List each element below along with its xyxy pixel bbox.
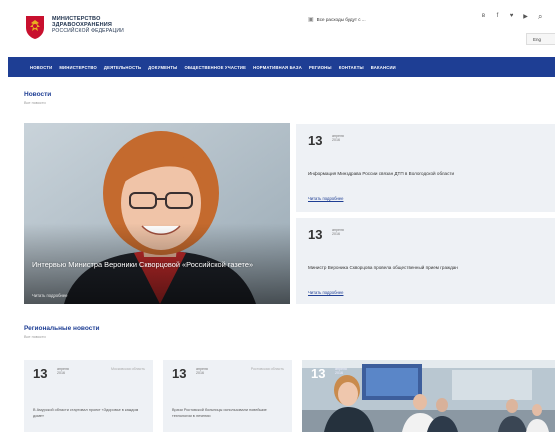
regional-news-card[interactable]: 13 апреля 2016 Ростовская область Врачи … xyxy=(163,360,292,432)
regional-card-text[interactable]: Врачи Ростовской больницы использовали н… xyxy=(172,408,282,419)
regional-photo-card[interactable]: 13 апреля 2016 xyxy=(302,360,555,432)
nav-item-news[interactable]: Новости xyxy=(30,65,52,70)
youtube-icon[interactable]: ▶ xyxy=(522,13,529,20)
facebook-icon[interactable]: f xyxy=(494,13,501,20)
main-nav: Новости Министерство Деятельность Докуме… xyxy=(8,57,555,77)
news-card-date: апреля 2016 xyxy=(332,134,344,142)
nav-item-public[interactable]: Общественное участие xyxy=(184,65,246,70)
news-card-day: 13 xyxy=(308,227,323,242)
regional-card-year: 2016 xyxy=(57,371,65,375)
regional-card-year: 2016 xyxy=(335,371,343,375)
regional-card-date: апреля 2016 xyxy=(335,367,347,375)
header-info-link[interactable]: ▣ Все расходы будут с ... xyxy=(308,16,366,23)
news-card[interactable]: 13 апреля 2016 Министр Вероника Скворцов… xyxy=(296,218,555,304)
featured-news-card[interactable]: Интервью Министра Вероники Скворцовой «Р… xyxy=(24,123,290,304)
featured-news-more-link[interactable]: Читать подробнее xyxy=(32,293,67,298)
news-card-year: 2016 xyxy=(332,138,340,142)
nav-item-ministry[interactable]: Министерство xyxy=(59,65,97,70)
news-card[interactable]: 13 апреля 2016 Информация Минздрава Росс… xyxy=(296,124,555,212)
language-label: Eng xyxy=(533,37,542,42)
regional-card-day: 13 xyxy=(311,366,326,381)
featured-news-photo xyxy=(24,123,290,304)
nav-item-activity[interactable]: Деятельность xyxy=(104,65,141,70)
header-info-link-label: Все расходы будут с ... xyxy=(316,17,366,22)
vk-icon[interactable]: в xyxy=(480,13,487,20)
news-section-title[interactable]: Новости xyxy=(24,91,51,98)
regional-card-text[interactable]: В Амурской области стартовал проект «Здо… xyxy=(33,408,143,419)
regional-card-date: апреля 2016 xyxy=(196,367,208,375)
regional-card-date: апреля 2016 xyxy=(57,367,69,375)
coat-of-arms-icon[interactable] xyxy=(24,14,46,40)
nav-item-regulatory[interactable]: Нормативная база xyxy=(253,65,302,70)
search-icon[interactable]: ⌕ xyxy=(538,12,542,22)
regional-card-day: 13 xyxy=(172,366,187,381)
regional-news-title[interactable]: Региональные новости xyxy=(24,325,100,332)
regional-card-region: Ростовская область xyxy=(250,367,284,371)
language-switch[interactable]: Eng xyxy=(526,33,555,45)
regional-news-subtitle[interactable]: Все новости xyxy=(24,335,46,339)
news-card-date: апреля 2016 xyxy=(332,228,344,236)
news-section-subtitle[interactable]: Все новости xyxy=(24,101,46,105)
ministry-name-line3: Российской Федерации xyxy=(52,28,124,34)
regional-news-card[interactable]: 13 апреля 2016 Московская область В Амур… xyxy=(24,360,153,432)
news-card-text[interactable]: Информация Минздрава России связан ДТП в… xyxy=(308,170,548,177)
nav-item-regions[interactable]: Регионы xyxy=(309,65,332,70)
nav-item-documents[interactable]: Документы xyxy=(148,65,177,70)
twitter-icon[interactable]: ♥ xyxy=(508,13,515,20)
site-header: Министерство здравоохранения Российской … xyxy=(0,0,555,55)
news-card-day: 13 xyxy=(308,133,323,148)
regional-card-region: Московская область xyxy=(110,367,145,371)
nav-item-contacts[interactable]: Контакты xyxy=(339,65,364,70)
calendar-icon: ▣ xyxy=(308,17,314,23)
featured-news-title[interactable]: Интервью Министра Вероники Скворцовой «Р… xyxy=(32,260,282,270)
nav-item-vacancies[interactable]: Вакансии xyxy=(371,65,396,70)
social-links: в f ♥ ▶ xyxy=(480,13,529,20)
regional-card-year: 2016 xyxy=(196,371,204,375)
regional-card-day: 13 xyxy=(33,366,48,381)
news-card-more-link[interactable]: Читать подробнее xyxy=(308,290,343,295)
news-card-text[interactable]: Министр Вероника Скворцова провела общес… xyxy=(308,264,548,271)
news-card-year: 2016 xyxy=(332,232,340,236)
ministry-logo-text[interactable]: Министерство здравоохранения Российской … xyxy=(52,16,182,34)
news-card-more-link[interactable]: Читать подробнее xyxy=(308,196,343,201)
